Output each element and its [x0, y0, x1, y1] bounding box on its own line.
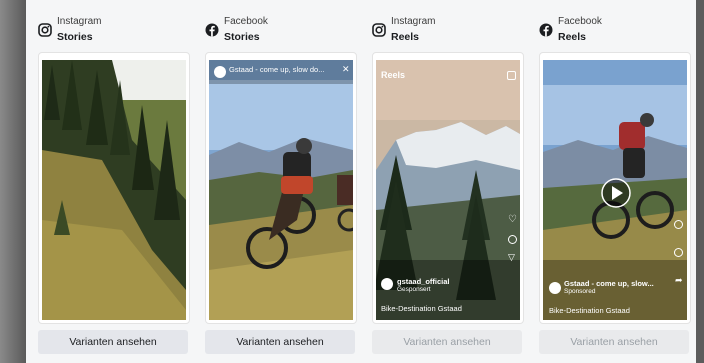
preview-image-forest-slope: [42, 60, 186, 320]
facebook-icon: [539, 23, 553, 37]
preview-image-mountain-biker: ➦ Gstaad - come up, slow... Sponsored Bi…: [543, 60, 687, 320]
ad-tagline: Bike-Destination Gstaad: [549, 306, 630, 315]
platform-label: Facebook: [224, 16, 268, 27]
preview-image-alpine-peaks: Reels ♡ ▽ gstaad_official Gesponsert Bik…: [376, 60, 520, 320]
placement-facebook-stories: Facebook Stories Gstaad - come up, slow …: [205, 0, 359, 363]
platform-label: Instagram: [391, 16, 436, 27]
reel-caption: Gstaad - come up, slow...: [564, 279, 654, 288]
platform-label: Instagram: [57, 16, 102, 27]
window-frame-left: [0, 0, 26, 363]
advertiser-avatar: [214, 66, 226, 78]
facebook-icon: [205, 23, 219, 37]
placement-label: Stories: [224, 31, 260, 43]
sponsored-label: Gesponsert: [397, 286, 431, 293]
ad-tagline: Bike-Destination Gstaad: [381, 304, 462, 313]
play-icon[interactable]: [601, 178, 631, 208]
view-variants-button[interactable]: Varianten ansehen: [205, 330, 355, 354]
view-variants-button[interactable]: Varianten ansehen: [539, 330, 689, 354]
comment-icon[interactable]: [508, 235, 517, 244]
placement-instagram-reels: Instagram Reels Reels ♡ ▽ gstaad_officia…: [372, 0, 526, 363]
advertiser-avatar: [381, 278, 393, 290]
view-variants-button[interactable]: Varianten ansehen: [372, 330, 522, 354]
advertiser-avatar: [549, 282, 561, 294]
platform-label: Facebook: [558, 16, 602, 27]
account-name: gstaad_official: [397, 277, 450, 286]
camera-icon[interactable]: [507, 71, 516, 80]
window-frame-right: [696, 0, 704, 363]
comment-icon[interactable]: [674, 248, 683, 257]
sponsored-label: Sponsored: [564, 288, 596, 295]
instagram-icon: [372, 23, 386, 37]
placement-label: Stories: [57, 31, 93, 43]
placement-label: Reels: [391, 31, 420, 43]
preview-card: [38, 52, 190, 324]
close-icon[interactable]: ✕: [342, 64, 350, 75]
preview-image-mountain-biker: Gstaad - come up, slow do... ✕: [209, 60, 353, 320]
reels-header: Reels: [381, 70, 406, 80]
view-variants-button[interactable]: Varianten ansehen: [38, 330, 188, 354]
preview-card: Gstaad - come up, slow do... ✕: [205, 52, 357, 324]
share-icon[interactable]: ➦: [675, 275, 683, 286]
placement-instagram-stories: Instagram Stories Varianten ansehen: [38, 0, 192, 363]
share-icon[interactable]: ▽: [508, 252, 515, 263]
placement-label: Reels: [558, 31, 587, 43]
like-icon[interactable]: [674, 220, 683, 229]
like-icon[interactable]: ♡: [508, 214, 517, 225]
story-caption: Gstaad - come up, slow do...: [229, 65, 325, 74]
instagram-icon: [38, 23, 52, 37]
preview-card: Reels ♡ ▽ gstaad_official Gesponsert Bik…: [372, 52, 524, 324]
placement-preview-panel: Instagram Stories Varianten ansehen Face…: [26, 0, 696, 363]
preview-card: ➦ Gstaad - come up, slow... Sponsored Bi…: [539, 52, 691, 324]
placement-facebook-reels: Facebook Reels ➦ Gstaad - come up, slow.…: [539, 0, 693, 363]
